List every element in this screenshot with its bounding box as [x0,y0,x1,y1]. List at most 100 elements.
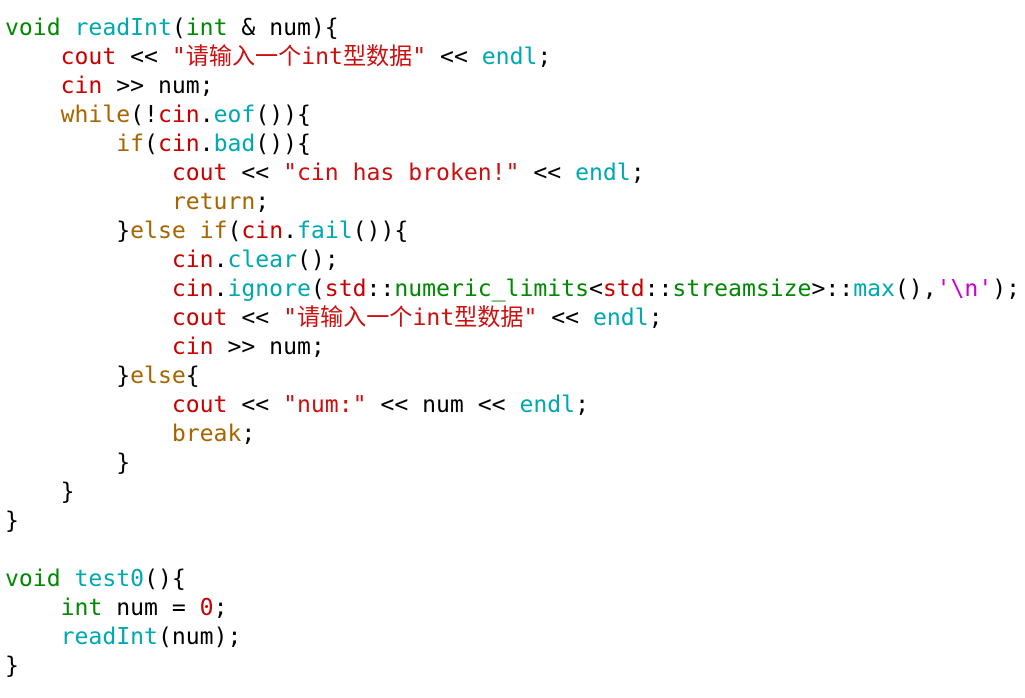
code-line[interactable]: cout << "请输入一个int型数据" << endl; [5,304,1025,333]
stream-identifier: cin [241,218,284,244]
stream-identifier: cin [157,131,200,157]
code-text: ); [992,276,1021,302]
code-line[interactable]: cout << "请输入一个int型数据" << endl; [5,43,1025,72]
code-line[interactable]: cin.ignore(std::numeric_limits<std::stre… [5,275,1025,304]
code-text: (){ [144,566,186,592]
function-name: bad [213,131,256,157]
stream-identifier: cout [171,392,228,418]
code-line[interactable]: cin >> num; [5,72,1025,101]
code-text: & num){ [227,15,339,41]
code-line[interactable]: }else if(cin.fail()){ [5,217,1025,246]
code-line[interactable]: cin.clear(); [5,246,1025,275]
code-line[interactable]: }else{ [5,362,1025,391]
code-line[interactable]: void readInt(int & num){ [5,14,1025,43]
function-name: max [853,276,895,302]
code-line[interactable]: cout << "num:" << num << endl; [5,391,1025,420]
control-keyword: else [130,363,186,389]
code-text: } [5,363,131,389]
code-line[interactable]: return; [5,188,1025,217]
function-name: endl [593,305,649,331]
string-literal: "请输入一个int型数据" [171,44,427,70]
code-text: < [588,276,603,302]
function-name: clear [227,247,297,273]
code-text: (), [894,276,937,302]
code-line[interactable]: readInt(num); [5,623,1025,652]
stream-identifier: cout [171,160,228,186]
code-line[interactable]: } [5,449,1025,478]
code-text: << [227,392,284,418]
type-keyword: int [185,15,228,41]
control-keyword: return [171,189,256,215]
code-line[interactable]: if(cin.bad()){ [5,130,1025,159]
type-keyword: streamsize [672,276,812,302]
type-keyword: numeric_limits [394,276,589,302]
code-line[interactable]: int num = 0; [5,594,1025,623]
code-text: ()){ [255,131,311,157]
code-text: ; [630,160,645,186]
code-text: . [199,102,214,128]
code-line[interactable]: } [5,507,1025,536]
code-line[interactable]: while(!cin.eof()){ [5,101,1025,130]
function-name: test0 [74,566,145,592]
function-name: endl [481,44,538,70]
code-text: } [5,653,19,679]
code-text: } [5,508,19,534]
code-text: . [213,276,228,302]
code-text: (num); [157,624,242,650]
stream-identifier: std [602,276,645,302]
code-line[interactable]: break; [5,420,1025,449]
code-text: ( [171,15,186,41]
code-text: ; [648,305,663,331]
code-line[interactable]: cout << "cin has broken!" << endl; [5,159,1025,188]
code-text: . [213,247,228,273]
code-text: << num << [366,392,520,418]
type-keyword: int [60,595,103,621]
control-keyword: while [60,102,131,128]
function-name: readInt [74,15,172,41]
control-keyword: else [130,218,186,244]
number-literal: 0 [199,595,214,621]
code-text: { [185,363,200,389]
code-line[interactable]: } [5,652,1025,681]
code-text: ()){ [352,218,409,244]
stream-identifier: cout [171,305,228,331]
code-text: ( [310,276,325,302]
code-text: >> num; [213,334,325,360]
code-text: (); [297,247,339,273]
code-text: ( [227,218,242,244]
code-text: ; [213,595,228,621]
code-text: num = [102,595,200,621]
code-text: >:: [811,276,854,302]
stream-identifier: cin [60,73,103,99]
string-literal: "num:" [283,392,367,418]
function-name: endl [519,392,576,418]
code-text: << [426,44,482,70]
stream-identifier: cin [171,276,214,302]
control-keyword: if [199,218,228,244]
code-line[interactable]: void test0(){ [5,565,1025,594]
code-text: . [199,131,214,157]
code-text: } [5,218,131,244]
code-line[interactable]: cin >> num; [5,333,1025,362]
string-literal: "cin has broken!" [283,160,520,186]
code-text: << [116,44,172,70]
type-keyword: void [5,15,61,41]
code-text: ()){ [255,102,311,128]
code-text: :: [366,276,395,302]
code-editor[interactable]: void readInt(int & num){ cout << "请输入一个i… [0,0,1025,698]
stream-identifier: cin [171,247,214,273]
code-text: << [519,160,576,186]
code-line[interactable] [5,536,1025,565]
function-name: endl [575,160,631,186]
code-line[interactable]: } [5,478,1025,507]
